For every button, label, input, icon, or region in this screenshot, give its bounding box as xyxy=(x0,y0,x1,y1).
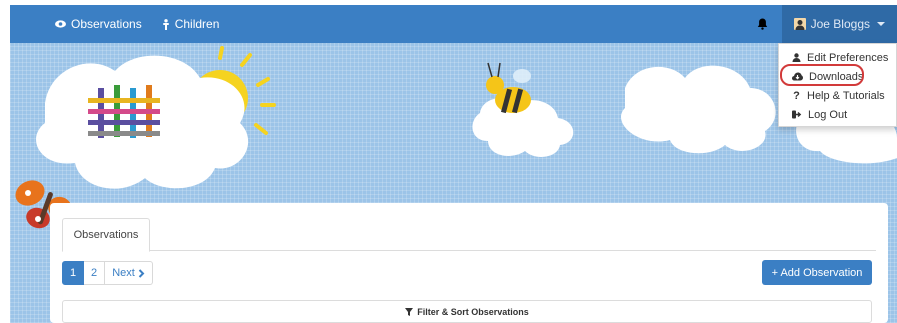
menu-item-help-tutorials[interactable]: ? Help & Tutorials xyxy=(779,86,896,105)
menu-item-log-out[interactable]: Log Out xyxy=(779,105,896,124)
nav-item-label: Children xyxy=(174,17,220,31)
logout-icon xyxy=(792,110,802,119)
page-2-button[interactable]: 2 xyxy=(84,261,105,285)
eye-icon xyxy=(55,20,66,28)
highlight-ring xyxy=(780,64,864,86)
page-1-button[interactable]: 1 xyxy=(62,261,84,285)
user-icon xyxy=(793,18,806,30)
page-number: 2 xyxy=(90,267,98,279)
nav-item-children[interactable]: Children xyxy=(152,17,230,31)
add-observation-label: + Add Observation xyxy=(771,266,863,279)
tab-observations[interactable]: Observations xyxy=(62,218,150,252)
chevron-right-icon xyxy=(138,268,145,278)
filter-icon xyxy=(405,307,414,316)
top-navbar: Observations Children Joe Bloggs xyxy=(10,5,897,43)
nav-left: Observations Children xyxy=(45,17,229,31)
caret-down-icon xyxy=(877,22,885,26)
bell-icon xyxy=(757,18,767,30)
filter-label: Filter & Sort Observations xyxy=(417,306,529,317)
page-number: 1 xyxy=(69,267,77,279)
filter-sort-button[interactable]: Filter & Sort Observations xyxy=(62,300,872,323)
tab-label: Observations xyxy=(73,229,139,241)
next-page-button[interactable]: Next xyxy=(105,261,153,285)
notifications-button[interactable] xyxy=(743,5,782,43)
add-observation-button[interactable]: + Add Observation xyxy=(762,260,872,285)
tab-bar: Observations xyxy=(62,218,876,252)
next-label: Next xyxy=(112,267,135,279)
user-icon xyxy=(792,53,801,62)
observations-panel: Observations 1 2 Next + Add Observation … xyxy=(50,203,888,323)
menu-item-label: Help & Tutorials xyxy=(807,89,885,102)
menu-item-label: Log Out xyxy=(808,108,848,121)
pagination: 1 2 Next xyxy=(62,261,153,285)
nav-item-observations[interactable]: Observations xyxy=(45,17,152,31)
user-name: Joe Bloggs xyxy=(810,17,870,31)
nav-item-label: Observations xyxy=(71,17,142,31)
child-icon xyxy=(162,18,169,30)
user-menu-toggle[interactable]: Joe Bloggs xyxy=(781,5,897,43)
menu-item-label: Edit Preferences xyxy=(807,51,889,64)
nav-right: Joe Bloggs xyxy=(743,5,897,43)
question-icon: ? xyxy=(793,89,800,102)
cloud-illustration xyxy=(621,65,776,154)
